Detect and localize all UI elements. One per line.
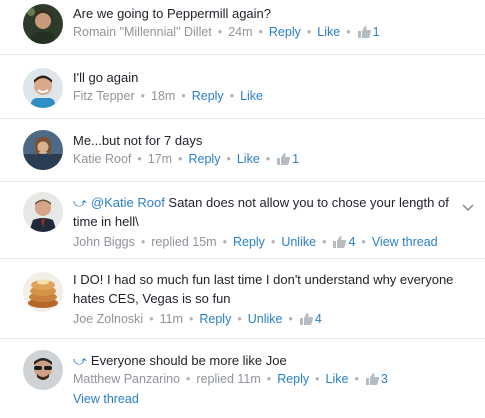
comment-text: ⤻ @Katie Roof Satan does not allow you to…	[73, 193, 455, 231]
author-name[interactable]: John Biggs	[73, 235, 135, 249]
comment-text: Are we going to Peppermill again?	[73, 6, 272, 21]
author-name[interactable]: Fitz Tepper	[73, 89, 135, 103]
unlike-button[interactable]: Unlike	[281, 235, 316, 249]
reply-arrow-icon: ⤻	[73, 353, 87, 368]
like-count: 3	[380, 372, 388, 386]
mention-link[interactable]: @Katie Roof	[91, 195, 165, 210]
chevron-down-icon[interactable]	[461, 200, 475, 214]
comment-meta: Matthew Panzarino • replied 11m • Reply • Like…	[73, 370, 473, 390]
like-button[interactable]: Like	[240, 89, 263, 103]
like-button[interactable]: Like	[326, 372, 349, 386]
comment-item: Me...but not for 7 days Katie Roof • 17m • R…	[0, 119, 485, 181]
comment-meta: Romain "Millennial" Dillet • 24m • Reply • Lik…	[73, 23, 473, 43]
comment-text: Me...but not for 7 days	[73, 133, 203, 148]
comment-text: I'll go again	[73, 70, 139, 85]
avatar[interactable]	[23, 68, 63, 108]
timestamp: 11m	[159, 312, 183, 326]
author-name[interactable]: Romain "Millennial" Dillet	[73, 25, 212, 39]
comment-item: I'll go again Fitz Tepper • 18m • Reply • Like	[0, 55, 485, 118]
thumbs-up-icon	[276, 152, 291, 170]
comment-item: ⤻ Everyone should be more like Joe Matthe…	[0, 339, 485, 418]
avatar[interactable]	[23, 272, 63, 312]
reply-button[interactable]: Reply	[233, 235, 265, 249]
comment-item: Are we going to Peppermill again? Romain…	[0, 0, 485, 54]
like-button[interactable]: Like	[317, 25, 340, 39]
like-count: 1	[372, 25, 380, 39]
reply-button[interactable]: Reply	[277, 372, 309, 386]
like-count: 4	[348, 235, 356, 249]
reply-button[interactable]: Reply	[199, 312, 231, 326]
reply-button[interactable]: Reply	[192, 89, 224, 103]
like-button[interactable]: Like	[237, 152, 260, 166]
author-name[interactable]: Katie Roof	[73, 152, 131, 166]
thumbs-up-icon	[357, 25, 371, 43]
timestamp: replied 11m	[196, 372, 261, 386]
like-count: 4	[314, 312, 322, 326]
author-name[interactable]: Joe Zolnoski	[73, 312, 143, 326]
thumbs-up-icon	[299, 312, 313, 330]
avatar[interactable]	[23, 192, 63, 232]
comment-meta: Joe Zolnoski • 11m • Reply • Unlike • 4	[73, 310, 473, 330]
comment-meta-row2: View thread	[73, 390, 473, 408]
timestamp: 17m	[147, 152, 173, 166]
comment-item: I DO! I had so much fun last time I don'…	[0, 259, 485, 338]
thumbs-up-icon	[332, 235, 347, 253]
avatar[interactable]	[23, 130, 63, 170]
unlike-button[interactable]: Unlike	[248, 312, 283, 326]
reply-button[interactable]: Reply	[269, 25, 301, 39]
like-count: 1	[292, 152, 300, 166]
comment-text: ⤻ Everyone should be more like Joe	[73, 351, 473, 370]
author-name[interactable]: Matthew Panzarino	[73, 372, 180, 386]
timestamp: 24m	[228, 25, 253, 39]
avatar[interactable]	[23, 4, 63, 44]
thumbs-up-icon	[365, 372, 379, 390]
reply-arrow-icon: ⤻	[73, 195, 87, 210]
reply-button[interactable]: Reply	[188, 152, 220, 166]
comment-meta: Fitz Tepper • 18m • Reply • Like	[73, 89, 264, 103]
comment-meta: Katie Roof • 17m • Reply • Like • 1	[73, 150, 473, 170]
comment-meta: John Biggs • replied 15m • Reply • Unlike • 4 • Vi…	[73, 233, 455, 253]
view-thread-link[interactable]: View thread	[73, 392, 139, 406]
comment-body-text: Everyone should be more like Joe	[90, 353, 287, 368]
comment-text: I DO! I had so much fun last time I don'…	[73, 272, 454, 306]
timestamp: replied 15m	[151, 235, 217, 249]
timestamp: 18m	[151, 89, 176, 103]
avatar[interactable]	[23, 350, 63, 390]
comment-item: ⤻ @Katie Roof Satan does not allow you to…	[0, 182, 485, 258]
view-thread-link[interactable]: View thread	[372, 235, 438, 249]
